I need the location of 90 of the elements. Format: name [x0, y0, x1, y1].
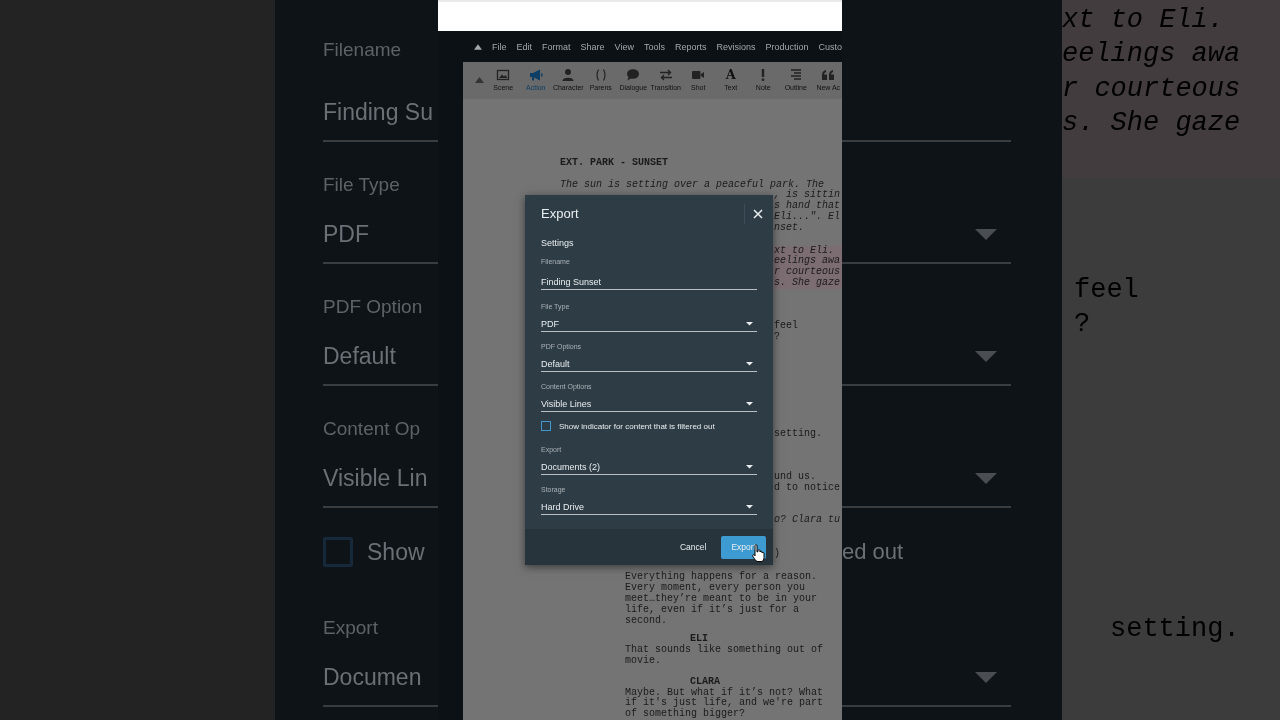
section-title: Settings [541, 237, 575, 249]
collapse-icon [474, 77, 484, 84]
dropdown[interactable]: PDF [541, 316, 757, 332]
script-line: eelings awa [774, 256, 840, 267]
field-label: Export [323, 616, 379, 640]
caret-icon [746, 361, 753, 366]
field-label: Filename [323, 38, 403, 62]
caret-icon [975, 350, 997, 362]
checkbox-label: Show indicator for content that is filtered out [559, 421, 715, 431]
script-line: s. She gaze [1062, 107, 1241, 141]
caret-icon [746, 504, 753, 509]
collapse-icon [474, 43, 482, 50]
speech-bubble-icon [626, 68, 641, 83]
caret-icon [975, 472, 997, 484]
caret-icon [746, 401, 753, 406]
quote-icon [821, 68, 836, 83]
script-line: ) [774, 548, 780, 560]
dropdown[interactable]: Documents (2) [541, 459, 757, 475]
script-line: life, even if it’s just for a [625, 604, 800, 615]
script-line: if it's just life, and we're part [625, 698, 824, 709]
script-line: ? [1074, 308, 1091, 342]
scene-heading: EXT. PARK - SUNSET [560, 157, 669, 169]
dropdown[interactable]: Hard Drive [541, 499, 757, 515]
checkbox-label: ed out [842, 539, 904, 565]
script-line: und us. [774, 472, 816, 483]
field-label: Content Op [323, 417, 422, 441]
script-line: That sounds like something out of [625, 645, 824, 656]
character-name: ELI [690, 634, 708, 645]
script-line: Maybe. But what if it’s not? What [625, 687, 824, 698]
script-line: setting. [774, 429, 822, 441]
script-line: feel [774, 320, 798, 332]
text-field[interactable]: Finding Su [323, 97, 438, 127]
script-line: setting. [1110, 613, 1240, 647]
script-line: r courteous [1062, 72, 1241, 106]
script-line: movie. [625, 656, 661, 667]
dialog-title: Export [541, 206, 580, 221]
menu-item[interactable]: Tools [643, 41, 665, 52]
character-name: CLARA [690, 676, 720, 687]
caret-icon [975, 671, 997, 683]
menu-item[interactable]: Share [580, 41, 605, 52]
script-line: meet…they’re meant to be in your [625, 594, 818, 605]
script-line: feel [1074, 273, 1139, 307]
script-line: Eli...". El [774, 212, 840, 223]
script-line: d to notice [774, 483, 840, 494]
dropdown[interactable]: Visible Lin [323, 463, 438, 493]
dropdown[interactable]: Documen [323, 662, 438, 692]
text-field[interactable]: Finding Sunset [541, 274, 757, 290]
script-line: eelings awa [1062, 38, 1241, 72]
script-line: , is sittin [774, 190, 840, 201]
script-line: Everything happens for a reason. [625, 572, 818, 583]
caret-icon [975, 228, 997, 240]
script-line: o? Clara tu [774, 514, 840, 526]
menu-item[interactable]: View [614, 41, 634, 52]
caret-icon [746, 464, 753, 469]
close-icon [753, 208, 763, 219]
menu-item[interactable]: Edit [516, 41, 532, 52]
cancel-button[interactable]: Cancel [676, 535, 710, 559]
menu-item[interactable]: Reports [674, 41, 707, 52]
script-line: r courteous [774, 267, 840, 278]
parentheses-icon [593, 68, 608, 83]
checkbox[interactable] [541, 421, 551, 431]
dropdown[interactable]: Default [323, 341, 438, 371]
script-line: The sun is setting over a peaceful park. The [560, 179, 825, 190]
script-line: of something bigger? [625, 709, 746, 720]
script-line: s hand that [774, 201, 840, 212]
menu-item[interactable]: Production [765, 41, 809, 52]
dropdown[interactable]: Default [541, 356, 757, 372]
menu-item[interactable]: File [491, 41, 507, 52]
caret-icon [746, 321, 753, 326]
person-icon [561, 68, 576, 83]
script-line: xt to Eli. [774, 245, 834, 256]
swap-arrows-icon [658, 68, 673, 83]
picture-icon [496, 68, 511, 83]
checkbox-label: Show [367, 538, 425, 566]
outline-icon [788, 68, 803, 83]
script-line: ? [774, 331, 780, 343]
checkbox[interactable] [323, 537, 353, 567]
dropdown[interactable]: Visible Lines [541, 396, 757, 412]
script-line: s. She gaze [774, 278, 840, 289]
script-line: xt to Eli. [1062, 4, 1225, 37]
script-line: second. [625, 615, 667, 627]
script-line: nset. [774, 222, 804, 234]
menu-item[interactable]: Custo [818, 41, 842, 52]
megaphone-icon [528, 68, 543, 83]
menu-item[interactable]: Format [542, 41, 571, 52]
field-label: PDF Option [323, 295, 424, 319]
menu-item[interactable]: Revisions [716, 41, 756, 52]
field-label: File Type [323, 173, 401, 197]
dropdown[interactable]: PDF [323, 219, 438, 249]
script-line: Every moment, every person you [625, 583, 806, 594]
